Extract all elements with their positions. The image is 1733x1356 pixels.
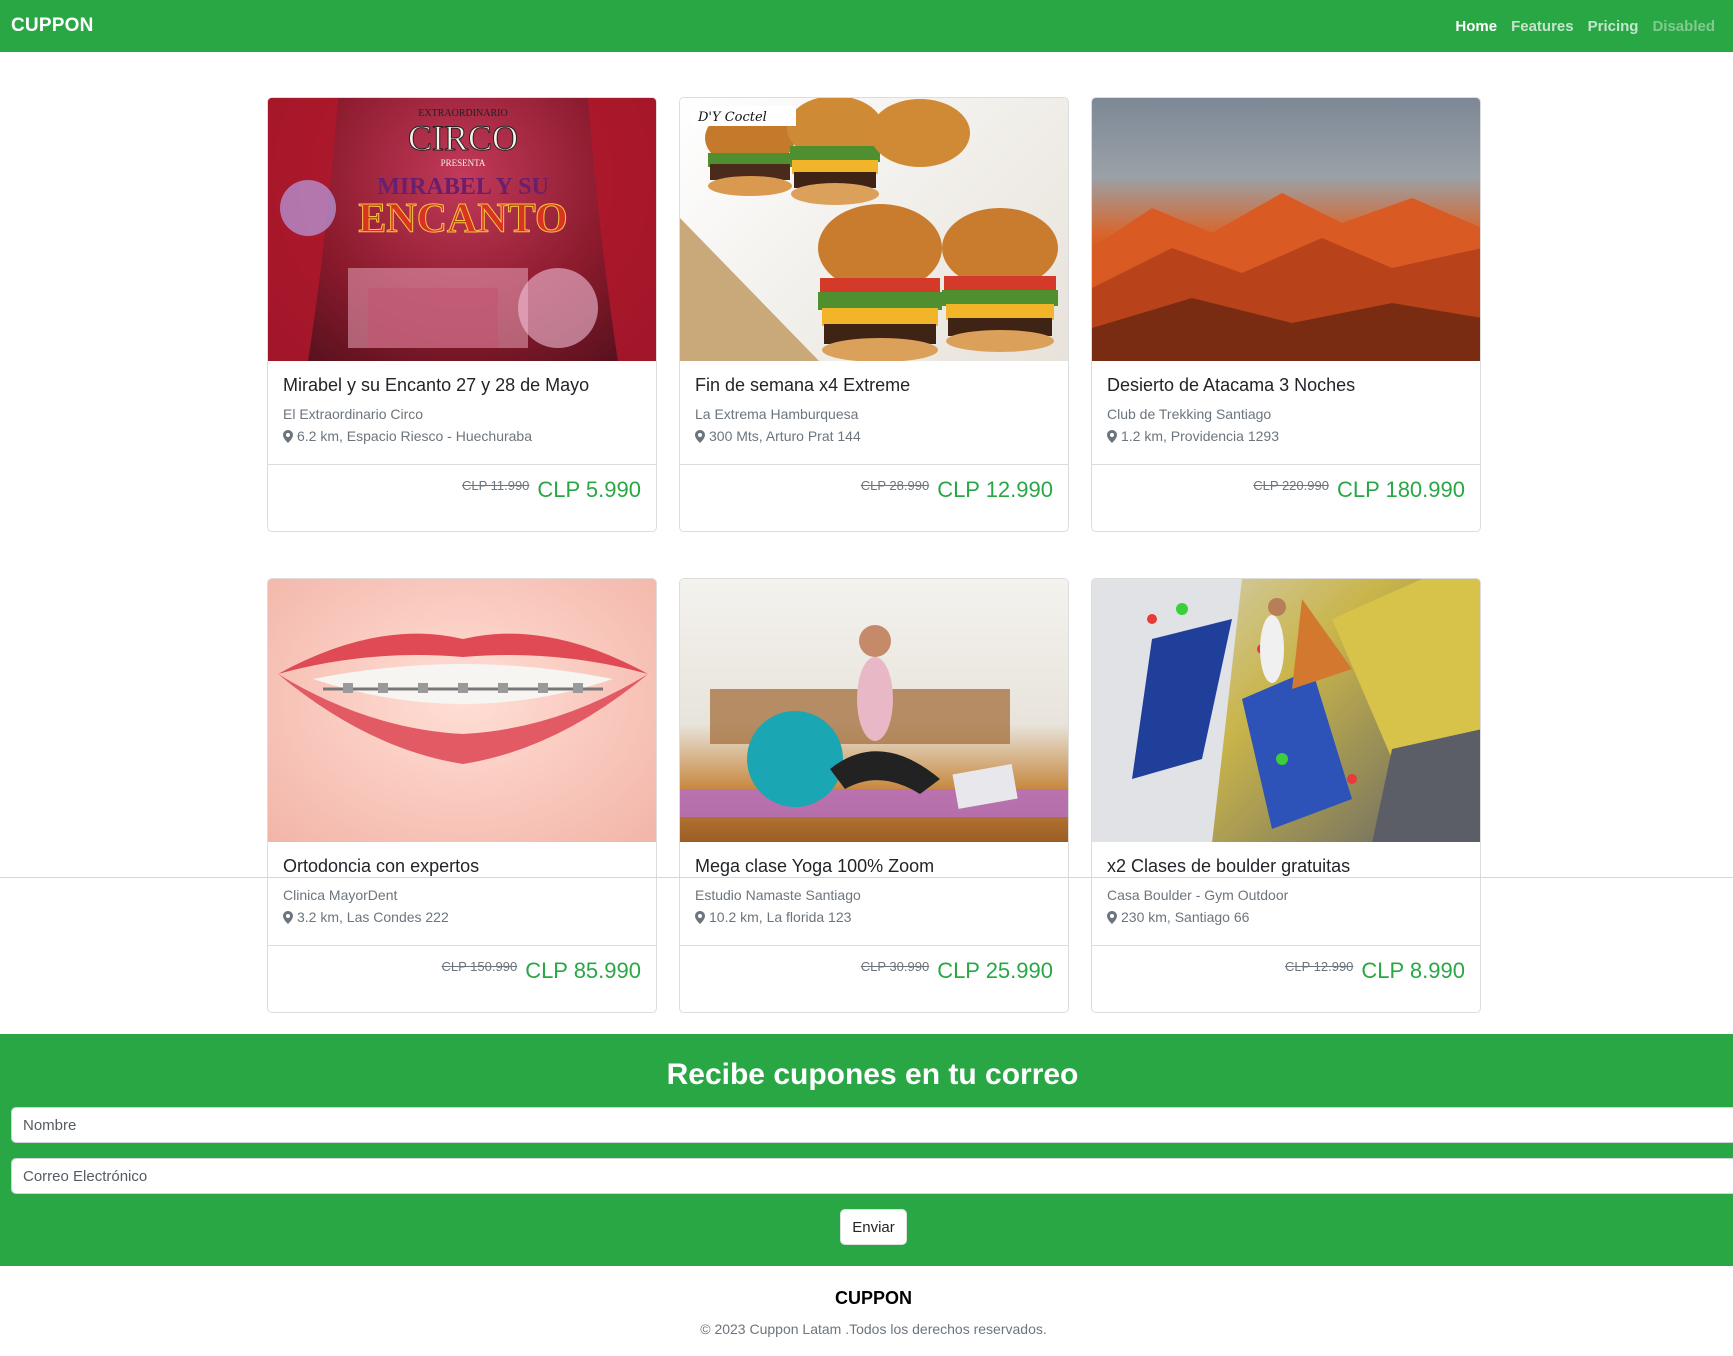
card-title[interactable]: Mirabel y su Encanto 27 y 28 de Mayo (283, 375, 641, 396)
card-title[interactable]: Desierto de Atacama 3 Noches (1107, 375, 1465, 396)
new-price: CLP 180.990 (1336, 477, 1465, 503)
card-image-burgers[interactable]: D'Y Coctel (680, 98, 1068, 362)
card-body: Desierto de Atacama 3 Noches Club de Tre… (1092, 361, 1480, 466)
card-image-braces[interactable] (268, 579, 656, 843)
map-pin-icon (1107, 910, 1117, 924)
card-vendor: La Extrema Hamburquesa (695, 406, 859, 423)
card-vendor: El Extraordinario Circo (283, 406, 424, 423)
map-pin-icon (283, 429, 293, 443)
new-price: CLP 8.990 (1361, 958, 1465, 984)
card-location: 300 Mts, Arturo Prat 144 (695, 428, 1053, 444)
burgers-photo-art: D'Y Coctel (680, 98, 1058, 362)
coupon-card[interactable]: EXTRAORDINARIO CIRCO PRESENTA MIRABEL Y … (267, 97, 657, 532)
card-body: Mega clase Yoga 100% Zoom Estudio Namast… (680, 842, 1068, 947)
card-location: 10.2 km, La florida 123 (695, 909, 1053, 925)
card-body: Ortodoncia con expertos Clinica MayorDen… (268, 842, 656, 947)
card-footer: CLP 30.990 CLP 25.990 (680, 946, 1068, 1012)
name-input[interactable] (11, 1107, 1733, 1143)
map-pin-icon (1107, 429, 1117, 443)
card-location-text: 230 km, Santiago 66 (1121, 909, 1250, 926)
braces-photo-art (278, 633, 648, 764)
new-price: CLP 12.990 (937, 477, 1053, 503)
card-location-text: 300 Mts, Arturo Prat 144 (709, 428, 861, 445)
map-pin-icon (695, 910, 705, 924)
card-footer: CLP 220.990 CLP 180.990 (1092, 465, 1480, 531)
boulder-photo-art (1092, 579, 1480, 843)
nav-home-link[interactable]: Home (1448, 18, 1504, 35)
old-price: CLP 12.990 (1284, 959, 1354, 975)
old-price: CLP 11.990 (461, 478, 530, 494)
card-location: 1.2 km, Providencia 1293 (1107, 428, 1465, 444)
nav-features-link[interactable]: Features (1504, 18, 1581, 35)
card-title[interactable]: Fin de semana x4 Extreme (695, 375, 1053, 396)
coupon-card[interactable]: Ortodoncia con expertos Clinica MayorDen… (267, 578, 657, 1013)
card-vendor: Casa Boulder - Gym Outdoor (1107, 887, 1289, 904)
coupon-grid: EXTRAORDINARIO CIRCO PRESENTA MIRABEL Y … (267, 97, 1481, 1013)
card-footer: CLP 28.990 CLP 12.990 (680, 465, 1068, 531)
yoga-photo-art (680, 625, 1068, 817)
old-price: CLP 220.990 (1253, 478, 1329, 494)
footer-brand: CUPPON (834, 1288, 912, 1308)
newsletter-title: Recibe cupones en tu correo (666, 1058, 1079, 1091)
card-title[interactable]: Mega clase Yoga 100% Zoom (695, 856, 1053, 877)
nav-links: Home Features Pricing Disabled (1448, 0, 1722, 52)
coupon-card[interactable]: Desierto de Atacama 3 Noches Club de Tre… (1091, 97, 1481, 532)
card-footer: CLP 12.990 CLP 8.990 (1092, 946, 1480, 1012)
card-vendor: Club de Trekking Santiago (1107, 406, 1272, 423)
old-price: CLP 150.990 (441, 959, 518, 975)
card-image-circus[interactable]: EXTRAORDINARIO CIRCO PRESENTA MIRABEL Y … (268, 98, 656, 362)
old-price: CLP 30.990 (860, 959, 930, 975)
card-image-yoga[interactable] (680, 579, 1068, 843)
coupon-card[interactable]: D'Y Coctel Fin de semana x4 Extreme La E… (679, 97, 1069, 532)
submit-button[interactable]: Enviar (840, 1209, 907, 1245)
card-footer: CLP 150.990 CLP 85.990 (268, 946, 656, 1012)
old-price: CLP 28.990 (860, 478, 930, 494)
card-image-boulder[interactable] (1092, 579, 1480, 843)
card-body: Fin de semana x4 Extreme La Extrema Hamb… (680, 361, 1068, 466)
horizontal-divider (0, 877, 1733, 878)
coupon-card[interactable]: x2 Clases de boulder gratuitas Casa Boul… (1091, 578, 1481, 1013)
card-title[interactable]: x2 Clases de boulder gratuitas (1107, 856, 1465, 877)
footer-copyright: © 2023 Cuppon Latam .Todos los derechos … (700, 1321, 1047, 1337)
svg-text:ENCANTO: ENCANTO (358, 196, 567, 242)
new-price: CLP 5.990 (537, 477, 641, 503)
card-image-desert[interactable] (1092, 98, 1480, 362)
card-location: 6.2 km, Espacio Riesco - Huechuraba (283, 428, 641, 444)
email-input[interactable] (11, 1158, 1733, 1194)
svg-text:CIRCO: CIRCO (408, 118, 518, 158)
brand-logo[interactable]: CUPPON (11, 15, 94, 37)
card-body: x2 Clases de boulder gratuitas Casa Boul… (1092, 842, 1480, 947)
new-price: CLP 25.990 (937, 958, 1053, 984)
card-location-text: 6.2 km, Espacio Riesco - Huechuraba (297, 428, 532, 445)
map-pin-icon (695, 429, 705, 443)
map-pin-icon (283, 910, 293, 924)
nav-pricing-link[interactable]: Pricing (1581, 18, 1646, 35)
card-location-text: 1.2 km, Providencia 1293 (1121, 428, 1279, 445)
card-vendor: Clinica MayorDent (283, 887, 398, 904)
navbar: CUPPON Home Features Pricing Disabled (0, 0, 1733, 52)
coupon-card[interactable]: Mega clase Yoga 100% Zoom Estudio Namast… (679, 578, 1069, 1013)
newsletter-section: Recibe cupones en tu correo Enviar (0, 1034, 1733, 1266)
circus-poster-art: EXTRAORDINARIO CIRCO PRESENTA MIRABEL Y … (268, 98, 656, 362)
card-location-text: 3.2 km, Las Condes 222 (297, 909, 449, 926)
svg-text:D'Y Coctel: D'Y Coctel (697, 110, 767, 125)
nav-disabled-link: Disabled (1652, 17, 1715, 35)
desert-photo-art (1092, 193, 1480, 362)
svg-text:PRESENTA: PRESENTA (441, 158, 486, 168)
card-title[interactable]: Ortodoncia con expertos (283, 856, 641, 877)
card-body: Mirabel y su Encanto 27 y 28 de Mayo El … (268, 361, 656, 466)
card-location: 3.2 km, Las Condes 222 (283, 909, 641, 925)
new-price: CLP 85.990 (525, 958, 641, 984)
card-location-text: 10.2 km, La florida 123 (709, 909, 852, 926)
card-vendor: Estudio Namaste Santiago (695, 887, 861, 904)
card-location: 230 km, Santiago 66 (1107, 909, 1465, 925)
card-footer: CLP 11.990 CLP 5.990 (268, 465, 656, 531)
